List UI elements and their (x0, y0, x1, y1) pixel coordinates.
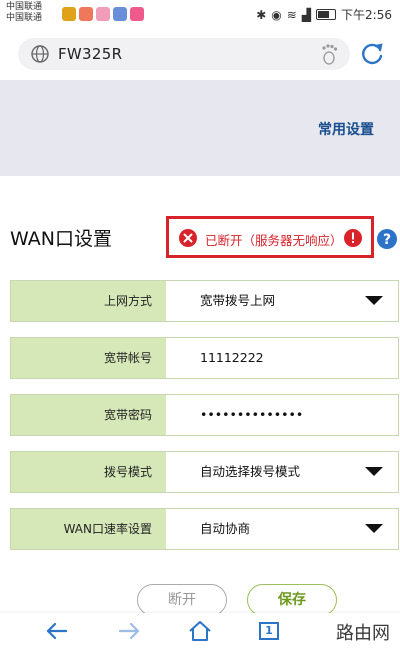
error-x-icon (179, 229, 197, 247)
form-row-wan-speed[interactable]: WAN口速率设置 自动协商 (10, 508, 399, 550)
dial-mode-select[interactable]: 自动选择拨号模式 (200, 452, 300, 492)
watermark-text: 路由网 (336, 623, 390, 644)
account-input[interactable]: 11112222 (200, 338, 264, 378)
dropdown-arrow-icon[interactable] (365, 296, 383, 305)
forward-arrow-icon[interactable] (116, 619, 142, 643)
clock: 下午2:56 (341, 8, 392, 22)
app-notification-icon (96, 7, 110, 21)
field-label: 宽带帐号 (11, 338, 166, 378)
carrier-2: 中国联通 (6, 13, 43, 23)
field-label: 上网方式 (11, 281, 166, 321)
status-bar: 中国联通 中国联通 ✱ ◉ ≋ ▟ 下午2:56 (0, 0, 400, 28)
signal-icon: ▟ (301, 7, 312, 22)
address-bar[interactable]: FW325R (18, 38, 350, 70)
save-button[interactable]: 保存 (247, 584, 337, 616)
app-notification-icon (113, 7, 127, 21)
wifi-icon: ≋ (286, 7, 297, 22)
back-arrow-icon[interactable] (44, 619, 70, 643)
carrier-1: 中国联通 (6, 2, 43, 12)
dropdown-arrow-icon[interactable] (365, 467, 383, 476)
page-title: WAN口设置 (10, 228, 112, 250)
url-text[interactable]: FW325R (58, 45, 122, 63)
wan-speed-select[interactable]: 自动协商 (200, 509, 250, 549)
disconnect-button[interactable]: 断开 (137, 584, 227, 616)
browser-bottom-bar: 1 路由网 (0, 613, 400, 649)
footprint-icon[interactable] (320, 43, 340, 65)
form-row-account[interactable]: 宽带帐号 11112222 (10, 337, 399, 379)
svg-text:?: ? (383, 232, 391, 248)
form-row-connection-type[interactable]: 上网方式 宽带拨号上网 (10, 280, 399, 322)
reload-icon[interactable] (358, 40, 386, 68)
weibo-notification-icon (62, 7, 76, 21)
tabs-button[interactable]: 1 (259, 622, 279, 640)
common-settings-link[interactable]: 常用设置 (318, 119, 374, 139)
home-icon[interactable] (187, 619, 213, 643)
dropdown-arrow-icon[interactable] (365, 524, 383, 533)
status-text: 已断开（服务器无响应） (205, 233, 343, 248)
globe-icon (31, 45, 49, 63)
form-row-password[interactable]: 宽带密码 •••••••••••••• (10, 394, 399, 436)
connection-status-badge: 已断开（服务器无响应） (166, 216, 374, 258)
notification-icons (62, 7, 144, 21)
header-band: 常用设置 (0, 80, 400, 176)
app-notification-icon (79, 7, 93, 21)
warning-icon (344, 229, 362, 247)
bluetooth-icon: ✱ (256, 7, 267, 22)
field-label: WAN口速率设置 (11, 509, 166, 549)
eye-icon: ◉ (271, 7, 282, 22)
field-label: 拨号模式 (11, 452, 166, 492)
connection-type-select[interactable]: 宽带拨号上网 (200, 281, 275, 321)
app-notification-icon (130, 7, 144, 21)
battery-icon (316, 9, 337, 20)
carrier-labels: 中国联通 中国联通 (6, 2, 42, 24)
system-status: ✱ ◉ ≋ ▟ 下午2:56 (256, 6, 392, 23)
field-label: 宽带密码 (11, 395, 166, 435)
help-icon[interactable]: ? (377, 229, 397, 249)
password-input[interactable]: •••••••••••••• (200, 395, 303, 435)
form-row-dial-mode[interactable]: 拨号模式 自动选择拨号模式 (10, 451, 399, 493)
